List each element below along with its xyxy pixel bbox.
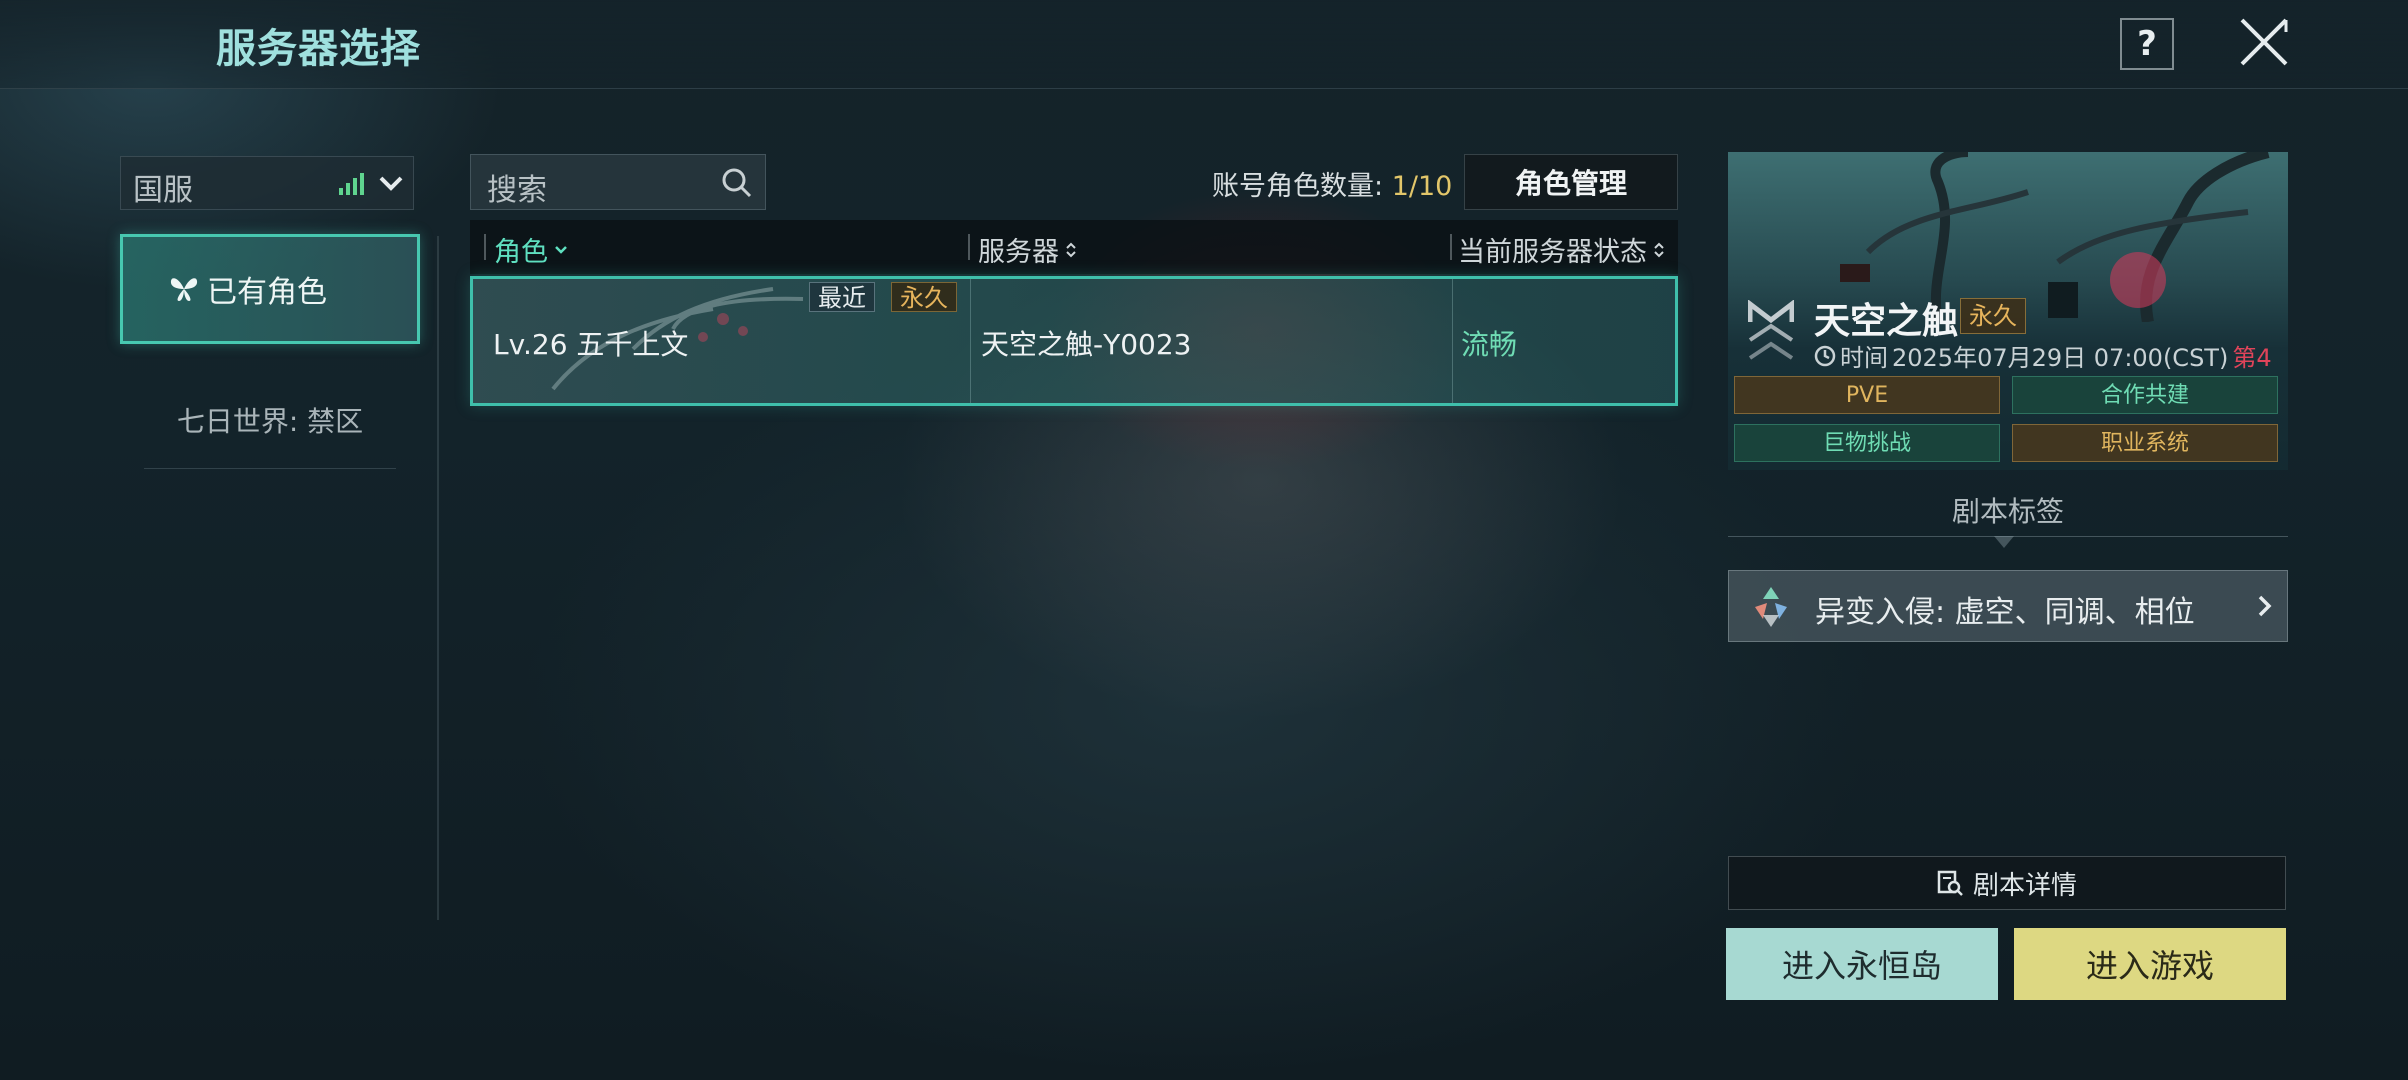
permanent-badge: 永久: [1960, 298, 2026, 334]
close-button[interactable]: [2236, 14, 2292, 70]
script-tag-text: 异变入侵: 虚空、同调、相位: [1815, 595, 2195, 630]
cell-separator: [970, 279, 971, 403]
header-separator: [484, 234, 486, 260]
header-separator: [968, 234, 970, 260]
script-tags-pointer: [1994, 536, 2014, 548]
server-card-title: 天空之触: [1814, 301, 1959, 342]
server-name: 天空之触-Y0023: [981, 328, 1192, 361]
time-value: 2025年07月29日 07:00(CST): [1892, 344, 2229, 372]
script-tags-heading: 剧本标签: [1951, 495, 2064, 528]
script-details-label: 剧本详情: [1972, 870, 2077, 901]
feature-chip: 巨物挑战: [1734, 424, 2000, 462]
sort-down-icon: [555, 245, 567, 254]
server-artwork: [1840, 152, 2270, 322]
mutation-invasion-icon: [1755, 587, 1787, 627]
sort-icon: [1654, 242, 1664, 257]
server-status: 流畅: [1461, 328, 1518, 361]
account-role-count: 账号角色数量: 1/10: [1212, 164, 1452, 203]
server-card: 天空之触 永久 时间 2025年07月29日 07:00(CST) 第4 PVE…: [1728, 152, 2288, 470]
feature-chip: 合作共建: [2012, 376, 2278, 414]
clock-icon: [1814, 345, 1836, 366]
cell-separator: [1452, 279, 1453, 403]
server-logo-icon: [1748, 300, 1794, 360]
count-value: 1/10: [1391, 171, 1453, 202]
sidebar-item-existing-roles[interactable]: 已有角色: [120, 234, 420, 344]
chevron-right-icon: [2258, 595, 2272, 617]
column-header-server[interactable]: 服务器: [978, 230, 1077, 269]
enter-eternal-island-button[interactable]: 进入永恒岛: [1726, 928, 1998, 1000]
page-title: 服务器选择: [216, 26, 421, 72]
signal-icon: [339, 173, 364, 195]
recent-badge: 最近: [809, 282, 875, 312]
permanent-badge: 永久: [891, 282, 957, 312]
character-name: Lv.26 五千上文: [493, 328, 689, 361]
feature-chip: 职业系统: [2012, 424, 2278, 462]
column-header-label: 角色: [494, 237, 548, 268]
search-icon: [722, 168, 752, 198]
time-label: 时间: [1840, 344, 1888, 372]
server-open-time: 时间 2025年07月29日 07:00(CST) 第4: [1814, 338, 2272, 373]
column-header-label: 服务器: [978, 237, 1059, 268]
table-header: 角色 服务器 当前服务器状态: [470, 220, 1678, 274]
feature-chip: PVE: [1734, 376, 2000, 414]
role-manage-button[interactable]: 角色管理: [1464, 154, 1678, 210]
butterfly-icon: [170, 278, 198, 301]
column-header-status[interactable]: 当前服务器状态: [1458, 230, 1665, 269]
table-row[interactable]: Lv.26 五千上文 最近 永久 天空之触-Y0023 流畅: [470, 276, 1678, 406]
close-icon: [2240, 18, 2288, 66]
search-placeholder: 搜索: [487, 173, 547, 208]
header-separator: [1450, 234, 1452, 260]
region-dropdown[interactable]: 国服: [120, 156, 414, 210]
sort-icon: [1066, 242, 1076, 257]
region-value: 国服: [133, 173, 193, 208]
chevron-down-icon: [379, 176, 403, 191]
sidebar-item-world-forbidden-zone[interactable]: 七日世界: 禁区: [120, 400, 420, 440]
column-header-label: 当前服务器状态: [1458, 237, 1647, 268]
sidebar-item-label: 已有角色: [207, 275, 327, 310]
help-button[interactable]: ?: [2120, 18, 2174, 70]
script-details-button[interactable]: 剧本详情: [1728, 856, 2286, 910]
script-tag-item[interactable]: 异变入侵: 虚空、同调、相位: [1728, 570, 2288, 642]
enter-game-button[interactable]: 进入游戏: [2014, 928, 2286, 1000]
column-header-role[interactable]: 角色: [494, 230, 568, 269]
sidebar-item-divider: [144, 468, 396, 469]
sidebar-divider: [437, 236, 439, 920]
search-input[interactable]: 搜索: [470, 154, 766, 210]
time-suffix: 第4: [2232, 344, 2272, 372]
document-search-icon: [1937, 870, 1963, 896]
count-label: 账号角色数量:: [1212, 171, 1384, 202]
